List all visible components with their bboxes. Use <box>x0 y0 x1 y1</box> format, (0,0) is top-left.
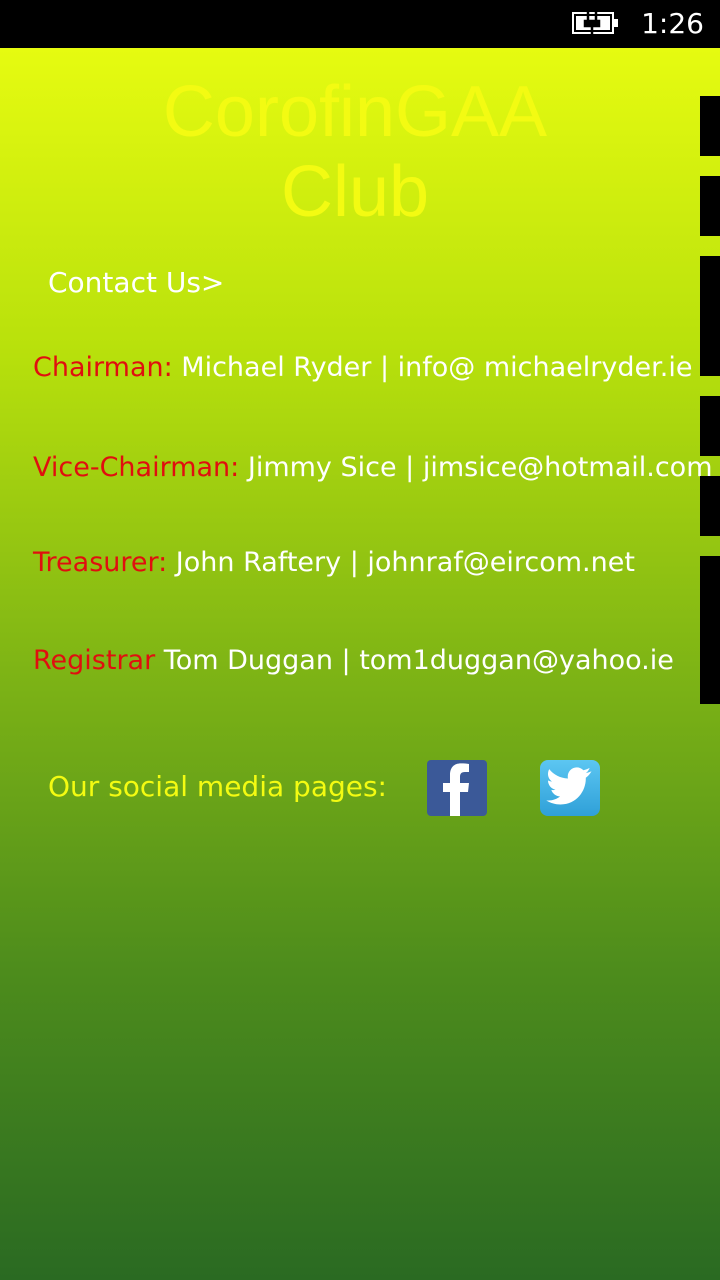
facebook-icon[interactable] <box>427 760 487 816</box>
contact-details: Michael Ryder | info@ michaelryder.ie <box>172 352 693 383</box>
contact-row-chairman: Chairman: Michael Ryder | info@ michaelr… <box>33 352 692 383</box>
main-content: CorofinGAA Club Contact Us> Chairman: Mic… <box>0 48 720 1280</box>
side-strip <box>700 96 720 704</box>
contact-row-vice-chairman: Vice-Chairman: Jimmy Sice | jimsice@hotm… <box>33 452 713 483</box>
role-label: Registrar <box>33 645 156 676</box>
page-title: CorofinGAA Club <box>162 72 548 232</box>
clock: 1:26 <box>641 7 704 40</box>
contact-us-link[interactable]: Contact Us> <box>48 266 224 299</box>
role-label: Vice-Chairman: <box>33 452 240 483</box>
contact-details: Tom Duggan | tom1duggan@yahoo.ie <box>155 645 674 676</box>
contact-row-treasurer: Treasurer: John Raftery | johnraf@eircom… <box>33 547 635 578</box>
contact-details: John Raftery | johnraf@eircom.net <box>167 547 635 578</box>
twitter-icon[interactable] <box>540 760 600 816</box>
role-label: Chairman: <box>33 352 173 383</box>
social-media-label: Our social media pages: <box>48 770 387 803</box>
contact-details: Jimmy Sice | jimsice@hotmail.com <box>239 452 713 483</box>
battery-charging-icon <box>572 12 618 35</box>
status-bar: 1:26 <box>0 0 720 48</box>
role-label: Treasurer: <box>33 547 168 578</box>
contact-row-registrar: Registrar Tom Duggan | tom1duggan@yahoo.… <box>33 645 674 676</box>
